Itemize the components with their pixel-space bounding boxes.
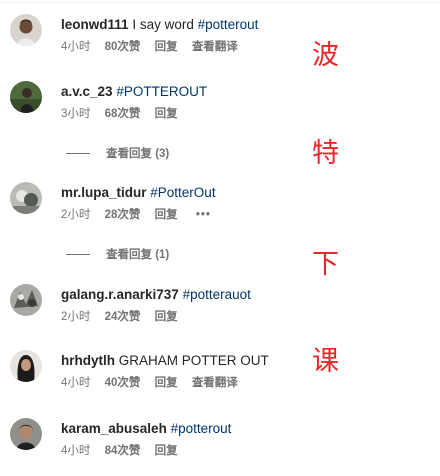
more-options-icon[interactable]: ••• [196,208,211,222]
avatar[interactable] [10,350,42,382]
reply-button[interactable]: 回复 [155,445,178,457]
comment-text: I say word [132,17,198,32]
comment-time[interactable]: 3小时 [61,108,90,120]
comment-text: GRAHAM POTTER OUT [118,353,269,368]
comment-likes[interactable]: 28次赞 [105,209,141,221]
avatar[interactable] [10,284,42,316]
comment-username[interactable]: a.v.c_23 [61,84,113,99]
comment-meta: 2小时 28次赞 回复 ••• [61,208,222,222]
comment-likes[interactable]: 40次赞 [105,377,141,389]
comments-panel: leonwd111 I say word #potterout 4小时 80次赞… [0,0,440,476]
comment-meta: 4小时 40次赞 回复 查看翻译 [61,376,249,390]
translate-button[interactable]: 查看翻译 [192,41,238,53]
comment-item: a.v.c_23 #POTTEROUT 3小时 68次赞 回复 [0,81,440,125]
annotation-char: 特 [312,138,339,169]
comment-username[interactable]: leonwd111 [61,17,129,32]
comment-time[interactable]: 4小时 [61,377,90,389]
avatar[interactable] [10,418,42,450]
reply-button[interactable]: 回复 [155,311,178,323]
comment-hashtag[interactable]: #potterout [171,421,232,436]
comment-item: leonwd111 I say word #potterout 4小时 80次赞… [0,14,440,58]
reply-button[interactable]: 回复 [155,41,178,53]
avatar[interactable] [10,14,42,46]
translate-button[interactable]: 查看翻译 [192,377,238,389]
avatar[interactable] [10,182,42,214]
comment-likes[interactable]: 68次赞 [105,108,141,120]
comment-time[interactable]: 2小时 [61,209,90,221]
divider [66,153,90,155]
annotation-char: 课 [312,346,339,377]
comment-time[interactable]: 4小时 [61,41,90,53]
comment-username[interactable]: mr.lupa_tidur [61,185,147,200]
comment-item: mr.lupa_tidur #PotterOut 2小时 28次赞 回复 ••• [0,182,440,226]
annotation-char: 下 [312,249,339,280]
comment-username[interactable]: galang.r.anarki737 [61,287,179,302]
comment-hashtag[interactable]: #potterauot [183,287,251,302]
comment-meta: 4小时 84次赞 回复 [61,444,189,458]
comment-likes[interactable]: 24次赞 [105,311,141,323]
comment-time[interactable]: 2小时 [61,311,90,323]
comment-meta: 2小时 24次赞 回复 [61,310,189,324]
comment-username[interactable]: karam_abusaleh [61,421,167,436]
reply-button[interactable]: 回复 [155,377,178,389]
comment-meta: 4小时 80次赞 回复 查看翻译 [61,40,249,54]
comment-item: hrhdytlh GRAHAM POTTER OUT 4小时 40次赞 回复 查… [0,350,440,394]
reply-button[interactable]: 回复 [155,209,178,221]
comment-hashtag[interactable]: #PotterOut [150,185,215,200]
divider [0,2,440,3]
view-replies-label: 查看回复 (3) [106,148,170,160]
comment-likes[interactable]: 84次赞 [105,445,141,457]
reply-button[interactable]: 回复 [155,108,178,120]
divider [66,254,90,256]
comment-time[interactable]: 4小时 [61,445,90,457]
view-replies-button[interactable]: 查看回复 (3) [66,147,169,161]
comment-hashtag[interactable]: #potterout [198,17,259,32]
comment-hashtag[interactable]: #POTTEROUT [116,84,207,99]
comment-item: karam_abusaleh #potterout 4小时 84次赞 回复 [0,418,440,462]
comment-username[interactable]: hrhdytlh [61,353,115,368]
view-replies-button[interactable]: 查看回复 (1) [66,248,169,262]
comment-item: galang.r.anarki737 #potterauot 2小时 24次赞 … [0,284,440,328]
view-replies-label: 查看回复 (1) [106,249,170,261]
annotation-char: 波 [312,40,339,71]
avatar[interactable] [10,81,42,113]
comment-likes[interactable]: 80次赞 [105,41,141,53]
comment-meta: 3小时 68次赞 回复 [61,107,189,121]
